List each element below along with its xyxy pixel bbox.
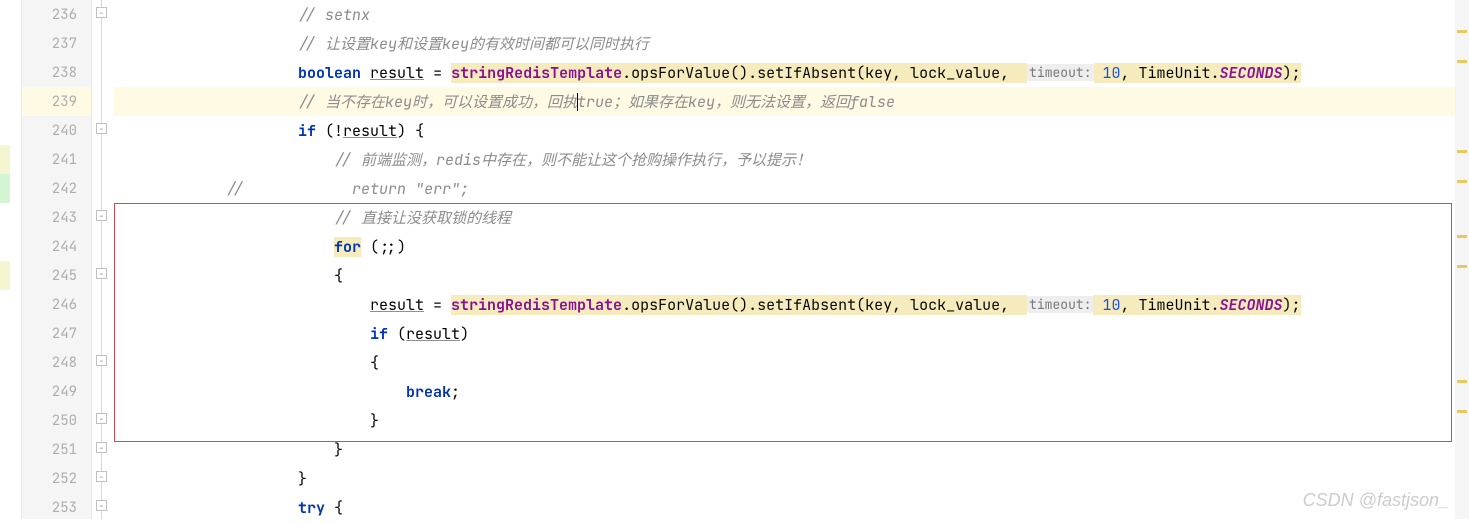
line-number[interactable]: 250 (22, 406, 91, 435)
line-number[interactable]: 243 (22, 203, 91, 232)
warning-indicator[interactable] (1457, 410, 1467, 413)
fold-toggle-icon[interactable]: − (96, 500, 107, 511)
code-line: result = stringRedisTemplate.opsForValue… (114, 290, 1469, 319)
code-line: { (114, 261, 1469, 290)
fold-toggle-icon[interactable]: − (96, 471, 107, 482)
fold-toggle-icon[interactable]: − (96, 210, 107, 221)
code-line: boolean result = stringRedisTemplate.ops… (114, 58, 1469, 87)
watermark-text: CSDN @fastjson_ (1303, 490, 1449, 511)
code-line-current: // 当不存在key时，可以设置成功，回执true；如果存在key，则无法设置，… (114, 87, 1469, 116)
line-number[interactable]: 237 (22, 29, 91, 58)
warning-indicator[interactable] (1457, 180, 1467, 183)
fold-toggle-icon[interactable]: − (96, 268, 107, 279)
code-line: // 直接让没获取锁的线程 (114, 203, 1469, 232)
code-editor[interactable]: 236 237 238 239 240 241 242 243 244 245 … (0, 0, 1469, 519)
fold-toggle-icon[interactable]: − (96, 355, 107, 366)
line-number[interactable]: 241 (22, 145, 91, 174)
warning-indicator[interactable] (1457, 235, 1467, 238)
code-line: break; (114, 377, 1469, 406)
code-line: } (114, 406, 1469, 435)
code-content[interactable]: // setnx // 让设置key和设置key的有效时间都可以同时执行 boo… (114, 0, 1469, 519)
line-number[interactable]: 253 (22, 493, 91, 522)
line-number[interactable]: 236 (22, 0, 91, 29)
code-line: // return "err"; (114, 174, 1469, 203)
line-number[interactable]: 251 (22, 435, 91, 464)
fold-toggle-icon[interactable]: − (96, 123, 107, 134)
line-number[interactable]: 252 (22, 464, 91, 493)
warning-indicator[interactable] (1457, 150, 1467, 153)
left-margin (0, 0, 22, 519)
fold-toggle-icon[interactable]: − (96, 413, 107, 424)
code-line: { (114, 348, 1469, 377)
line-number[interactable]: 245 (22, 261, 91, 290)
code-line: // 前端监测，redis中存在，则不能让这个抢购操作执行，予以提示！ (114, 145, 1469, 174)
code-line: try { (114, 493, 1469, 519)
code-line: if (!result) { (114, 116, 1469, 145)
code-line: // 让设置key和设置key的有效时间都可以同时执行 (114, 29, 1469, 58)
code-line: for (;;) (114, 232, 1469, 261)
fold-toggle-icon[interactable]: − (96, 7, 107, 18)
line-number[interactable]: 248 (22, 348, 91, 377)
line-number[interactable]: 244 (22, 232, 91, 261)
code-line: } (114, 464, 1469, 493)
warning-indicator[interactable] (1457, 60, 1467, 63)
line-number[interactable]: 240 (22, 116, 91, 145)
fold-gutter[interactable]: − − − − − − − − − (92, 0, 114, 519)
fold-toggle-icon[interactable]: − (96, 442, 107, 453)
code-line: // setnx (114, 0, 1469, 29)
error-stripe[interactable] (1455, 0, 1469, 519)
line-number[interactable]: 247 (22, 319, 91, 348)
line-number-current[interactable]: 239 (22, 87, 91, 116)
line-number[interactable]: 249 (22, 377, 91, 406)
line-number-gutter[interactable]: 236 237 238 239 240 241 242 243 244 245 … (22, 0, 92, 519)
line-number[interactable]: 238 (22, 58, 91, 87)
code-line: if (result) (114, 319, 1469, 348)
line-number[interactable]: 242 (22, 174, 91, 203)
warning-indicator[interactable] (1457, 380, 1467, 383)
line-number[interactable]: 246 (22, 290, 91, 319)
warning-indicator[interactable] (1457, 30, 1467, 33)
code-line: } (114, 435, 1469, 464)
warning-indicator[interactable] (1457, 265, 1467, 268)
